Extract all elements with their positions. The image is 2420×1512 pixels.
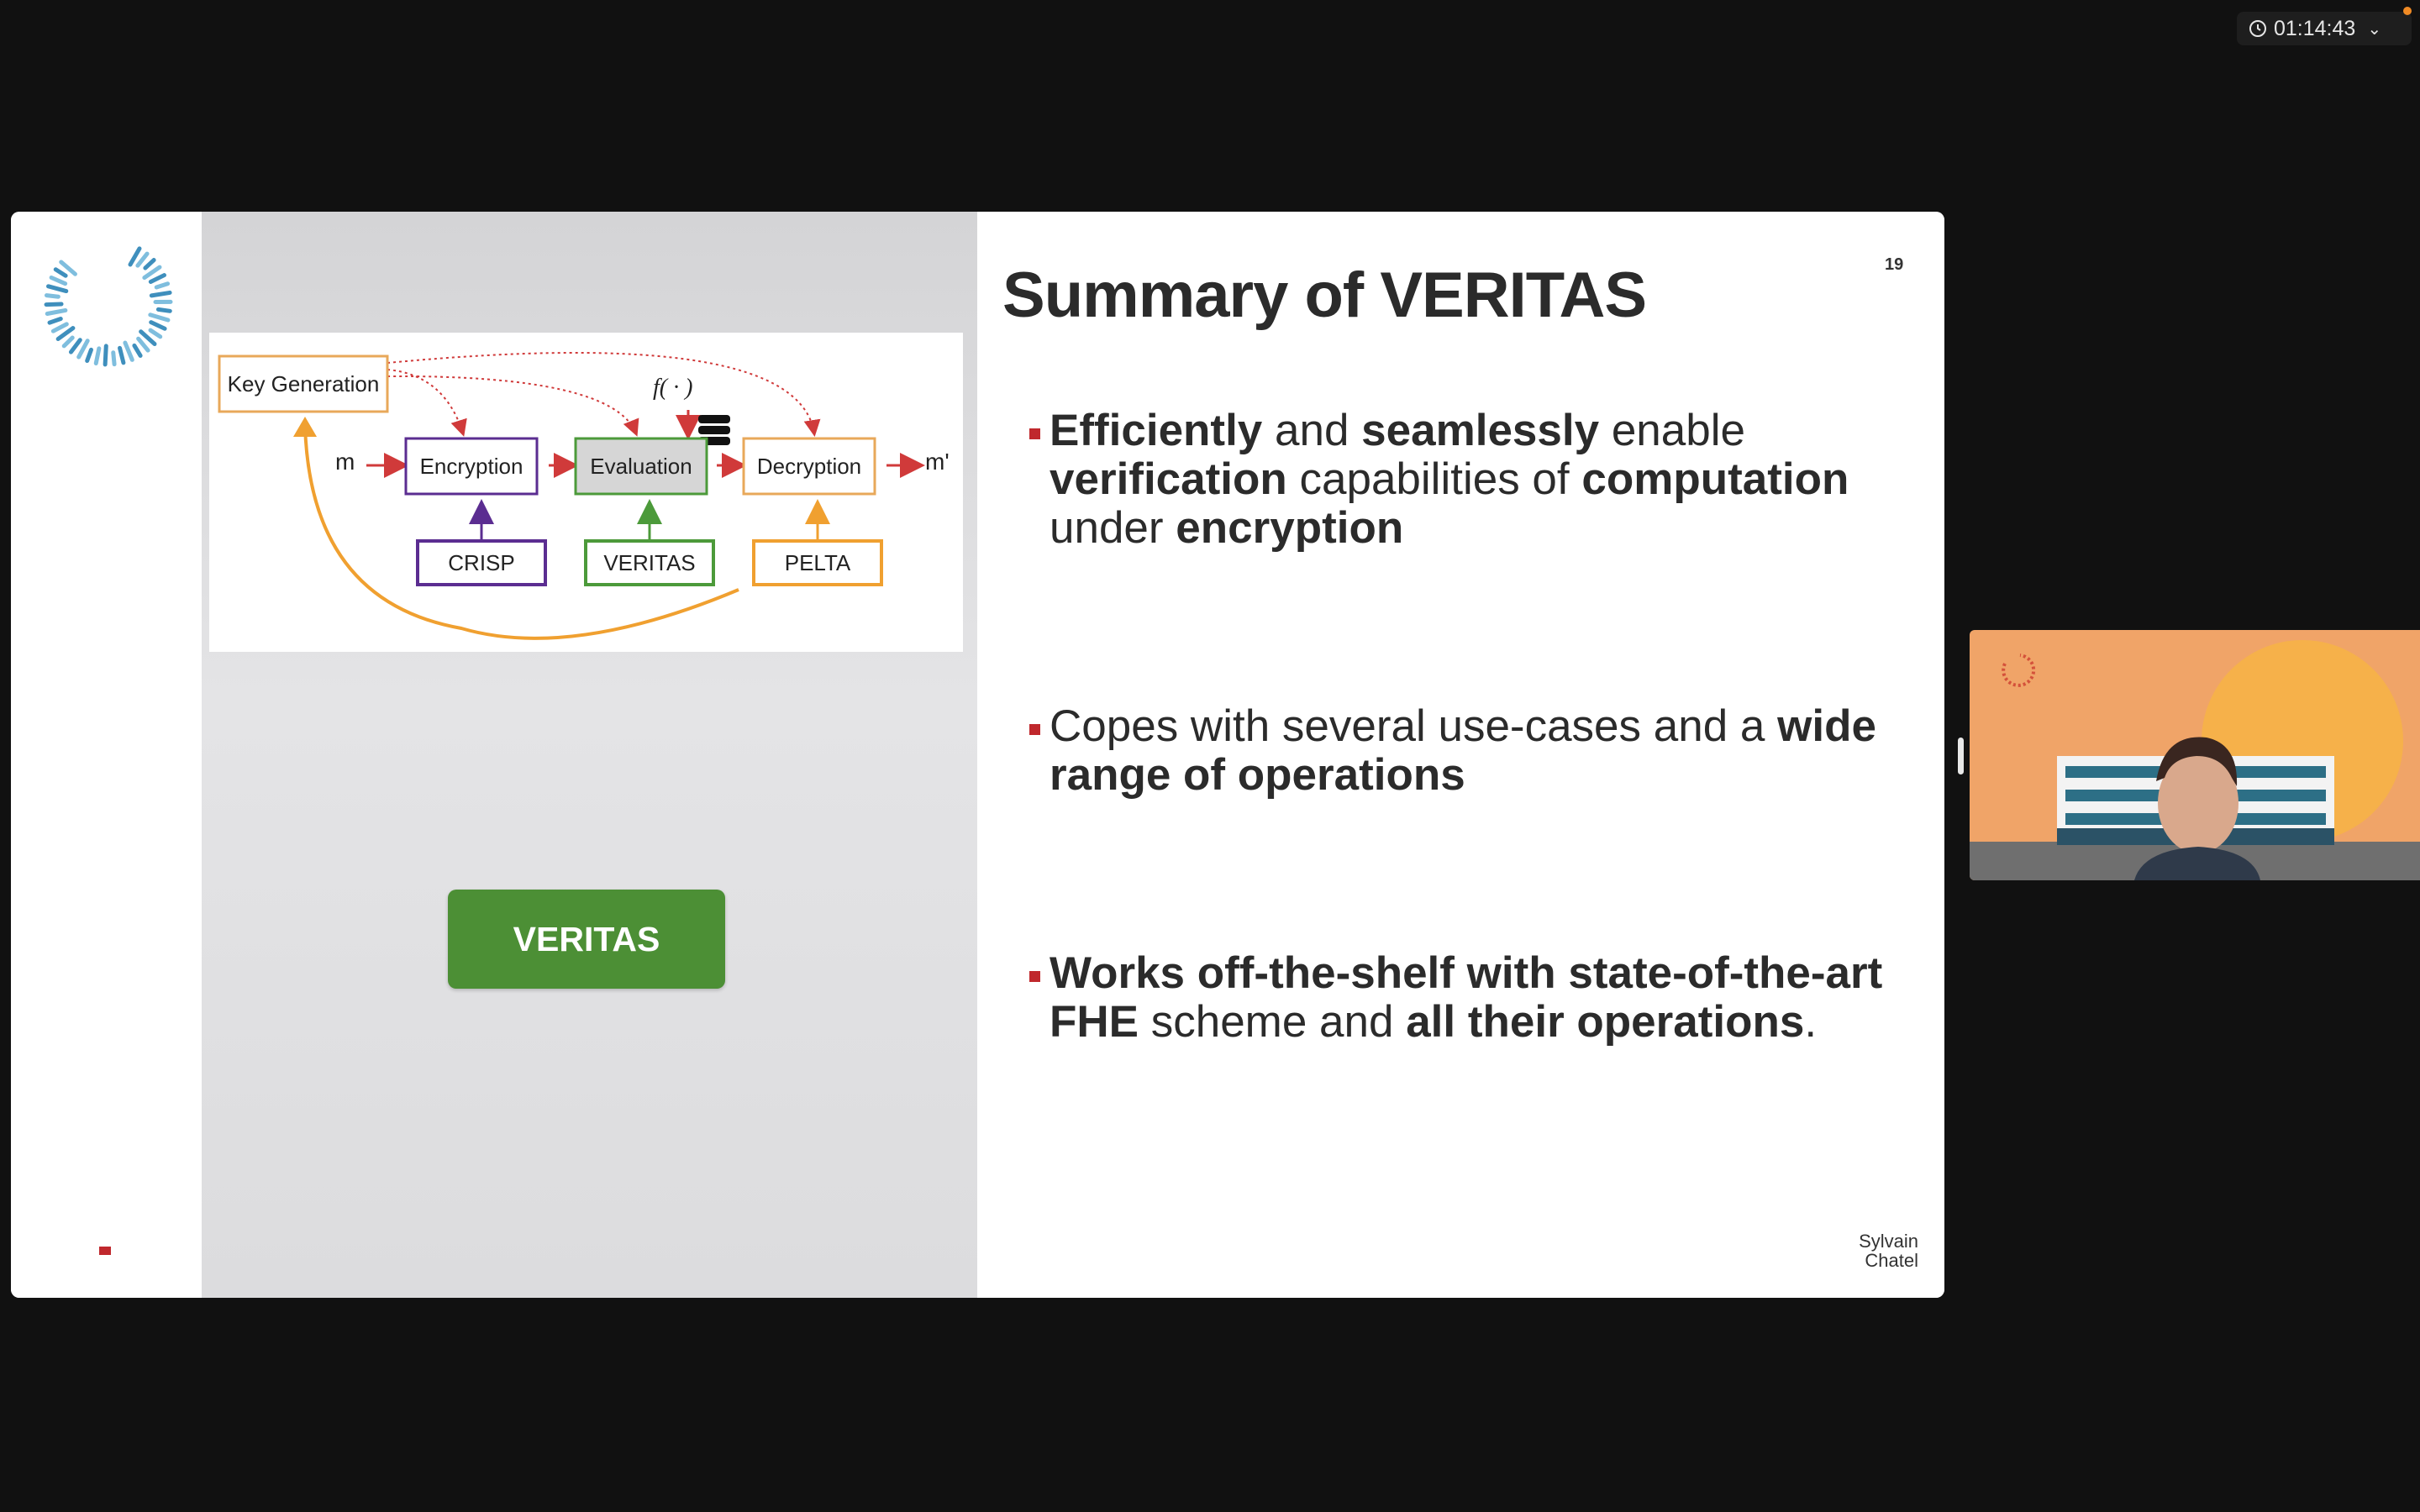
bullet-run: Copes with several use-cases and a [1050,701,1778,751]
logo-tick [45,307,68,316]
bullet-run: capabilities of [1286,454,1582,504]
logo-tick [50,322,69,333]
diagram-pelta: PELTA [784,549,851,575]
diagram-decryption: Decryption [756,453,862,479]
logo-tick [155,307,172,313]
bullet-marker [1029,724,1040,735]
bullet-run: enable [1599,406,1745,455]
meeting-timer[interactable]: 01:14:43 ⌄ [2237,12,2412,45]
logo-tick [44,293,60,299]
logo-tick [154,281,171,290]
timer-value: 01:14:43 [2274,16,2356,40]
logo-tick [93,346,102,366]
bullet-run: computation [1581,454,1849,504]
logo-tick [103,344,108,367]
author-name: Sylvain Chatel [1851,1231,1918,1270]
bullet-2: Copes with several use-cases and a wide … [1029,701,1907,800]
logo-tick [149,320,167,331]
clock-icon [2249,20,2266,37]
logo-tick [46,284,69,294]
bullet-run: . [1804,997,1818,1047]
logo-tick [132,343,143,358]
diagram-crisp: CRISP [448,549,515,575]
bullet-run: scheme and [1139,997,1407,1047]
bullet-run: seamlessly [1361,406,1600,455]
logo-tick [148,312,171,323]
diagram-encryption: Encryption [419,453,523,479]
logo-tick [148,328,163,339]
logo-tick [47,317,63,325]
speaker-video[interactable] [1970,630,2420,880]
bullet-3: Works off-the-shelf with state-of-the-ar… [1029,948,1907,1047]
logo-tick [135,251,150,268]
bullet-text: Works off-the-shelf with state-of-the-ar… [1050,948,1882,1047]
bullet-run: verification [1050,454,1287,504]
logo-tick [148,273,167,284]
bullet-1: Efficiently and seamlessly enable verifi… [1029,406,1907,553]
bullet-run: encryption [1176,503,1404,553]
diagram-function: f( · ) [653,375,693,401]
resize-handle[interactable] [1958,738,1964,774]
fhe-pipeline-diagram: Key Generation m Encryption Evaluation D… [209,333,963,652]
bullet-marker [1029,971,1040,982]
chevron-down-icon[interactable]: ⌄ [2367,18,2381,39]
logo-tick [68,338,82,354]
logo-tick [44,302,64,307]
background-logo-icon [2002,654,2036,687]
logo-tick [118,345,126,365]
author-last-name: Chatel [1865,1250,1918,1271]
logo-tick [49,275,68,286]
logo-tick [136,336,150,353]
bullet-run: and [1262,406,1362,455]
bullet-run: Efficiently [1050,406,1263,455]
veritas-button[interactable]: VERITAS [448,890,725,989]
logo-tick [85,347,93,364]
diagram-input: m [335,449,355,475]
diagram-key-generation: Key Generation [227,370,380,396]
notification-dot [2403,7,2412,15]
page-number: 19 [1885,255,1904,274]
slide-sidebar [11,212,202,1298]
bullet-text: Copes with several use-cases and a wide … [1050,701,1876,800]
shared-slide: Key Generation m Encryption Evaluation D… [11,212,1944,1298]
logo-tick [61,335,75,349]
bullet-text: Efficiently and seamlessly enable verifi… [1050,406,1849,553]
logo-tick [149,290,172,298]
logo-icon [44,246,173,367]
logo-tick [123,340,134,362]
bullet-run: under [1050,503,1176,553]
slide-marker [99,1247,111,1255]
logo-tick [111,350,117,367]
slide-title: Summary of VERITAS [1002,260,1647,331]
logo-tick [143,258,156,270]
diagram-veritas: VERITAS [603,549,696,575]
logo-tick [53,267,68,278]
bullet-run: all their operations [1406,997,1805,1047]
bullet-marker [1029,428,1040,439]
author-first-name: Sylvain [1859,1231,1918,1252]
diagram-output: m' [925,449,950,475]
diagram-evaluation: Evaluation [590,453,692,479]
